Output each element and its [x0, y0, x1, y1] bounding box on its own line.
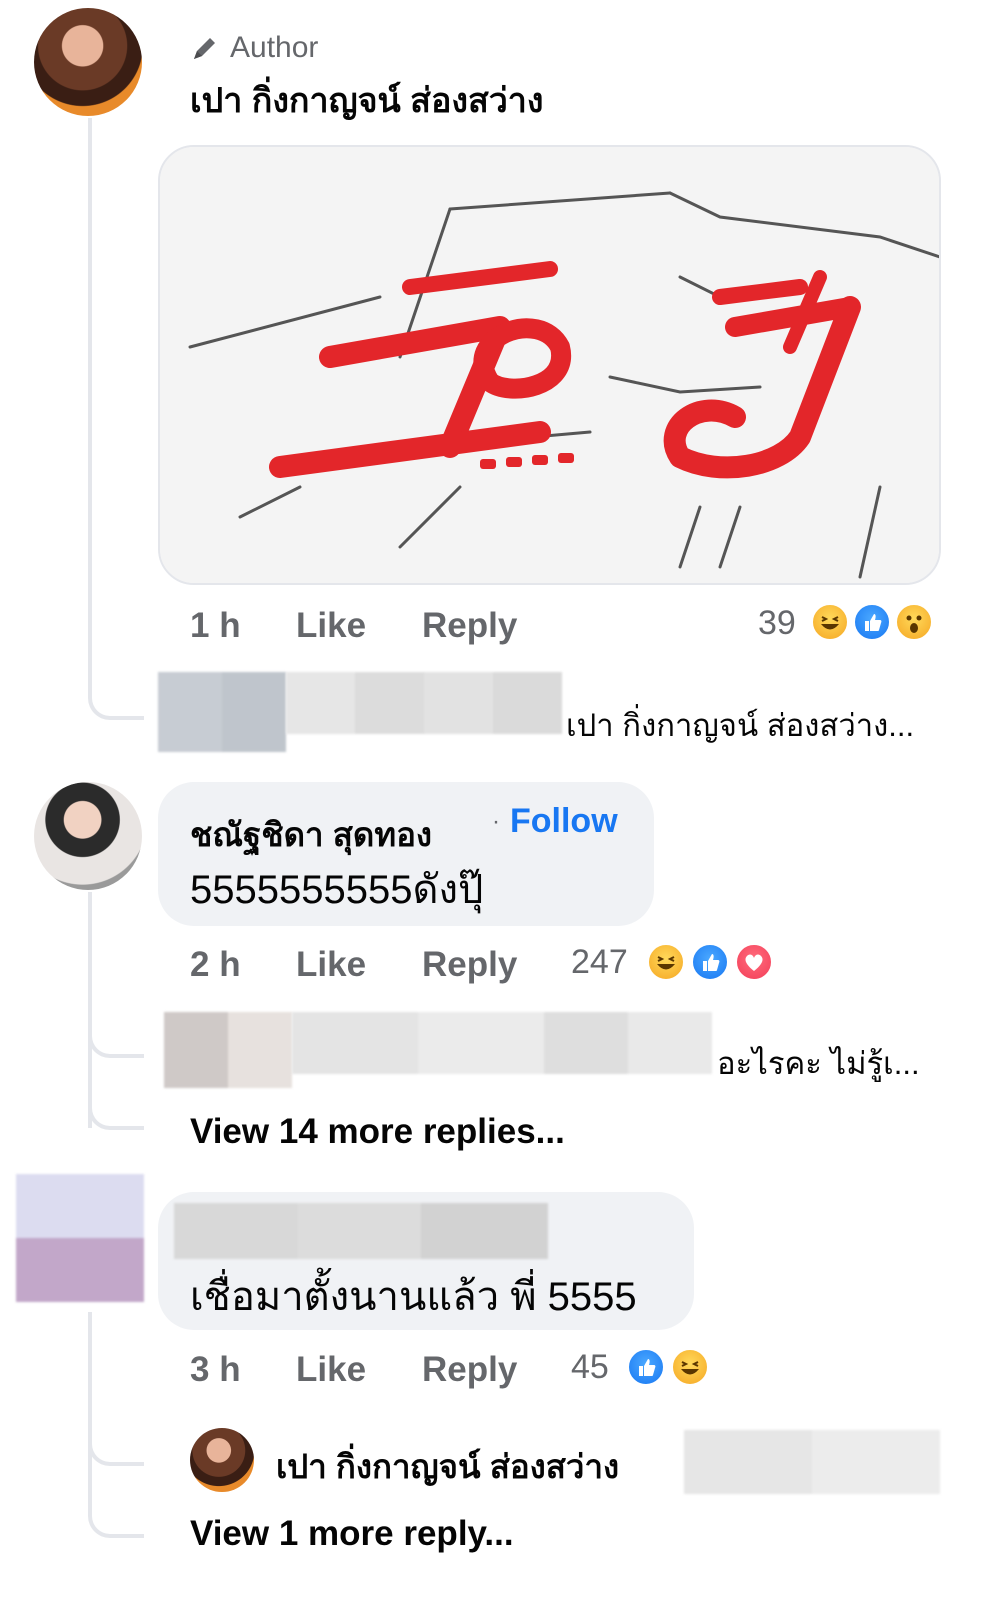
blurred-commenter-name[interactable]: [174, 1203, 548, 1259]
follow-button[interactable]: Follow: [510, 802, 618, 841]
comment2-author-name[interactable]: ชณัฐชิดา สุดทอง: [190, 808, 432, 861]
reply-branch-3a: [88, 1400, 144, 1466]
comment2-text: 5555555555ดังปุ๊: [190, 868, 484, 912]
comment2-time[interactable]: 2 h: [190, 945, 241, 985]
view-more-replies-button[interactable]: View 14 more replies...: [190, 1112, 565, 1152]
comment3-text: เชื่อมาตั้งนานแล้ว พี่ 5555: [190, 1275, 637, 1319]
comment1-sticker[interactable]: [158, 145, 941, 585]
like-reaction-icon: [690, 942, 730, 982]
reply-branch-1: [88, 660, 144, 720]
blurred-avatar: [158, 672, 286, 752]
reply-author-avatar[interactable]: [190, 1428, 254, 1492]
comment2-reaction-count[interactable]: 247: [571, 943, 628, 982]
laugh-reaction-icon: [646, 942, 686, 982]
comment3-like-button[interactable]: Like: [296, 1350, 366, 1390]
blurred-name: [292, 1012, 712, 1074]
author-avatar[interactable]: [34, 8, 142, 116]
comment1-like-button[interactable]: Like: [296, 606, 366, 646]
comment3-reaction-count[interactable]: 45: [571, 1348, 609, 1387]
comment1-time[interactable]: 1 h: [190, 606, 241, 646]
laugh-reaction-icon: [670, 1347, 710, 1387]
blurred-avatar: [164, 1012, 292, 1088]
reply-branch-2a: [88, 1000, 144, 1058]
blurred-reply-text: [684, 1430, 940, 1494]
comment1-reaction-count[interactable]: 39: [758, 604, 796, 643]
author-badge-label: Author: [230, 31, 319, 64]
view-more-reply-button[interactable]: View 1 more reply...: [190, 1514, 514, 1554]
author-badge: Author: [190, 30, 318, 66]
comment3-time[interactable]: 3 h: [190, 1350, 241, 1390]
thread-line-1: [88, 118, 92, 678]
comment3-reply-button[interactable]: Reply: [422, 1350, 517, 1390]
reply-author-name[interactable]: เปา กิ่งกาญจน์ ส่องสว่าง: [276, 1440, 619, 1493]
like-reaction-icon: [626, 1347, 666, 1387]
commenter-avatar[interactable]: [34, 782, 142, 890]
blurred-commenter-avatar[interactable]: [16, 1174, 144, 1302]
comment2-like-button[interactable]: Like: [296, 945, 366, 985]
comment1-reply-button[interactable]: Reply: [422, 606, 517, 646]
laugh-reaction-icon: [810, 602, 850, 642]
blurred-name: [286, 672, 562, 734]
pencil-icon: [190, 33, 220, 63]
dot-separator: ·: [492, 808, 500, 835]
comment1-reply-preview-text: เปา กิ่งกาญจน์ ส่องสว่าง...: [566, 708, 915, 743]
sticker-image: [160, 147, 939, 583]
like-reaction-icon: [852, 602, 892, 642]
reply-branch-3b: [88, 1462, 144, 1538]
comment2-reply-button[interactable]: Reply: [422, 945, 517, 985]
comment1-author-name[interactable]: เปา กิ่งกาญจน์ ส่องสว่าง: [190, 73, 544, 127]
wow-reaction-icon: [894, 602, 934, 642]
love-reaction-icon: [734, 942, 774, 982]
reply-branch-2b: [88, 1054, 144, 1130]
comment2-reply-preview-text: อะไรคะ ไม่รู้เ...: [717, 1046, 920, 1081]
